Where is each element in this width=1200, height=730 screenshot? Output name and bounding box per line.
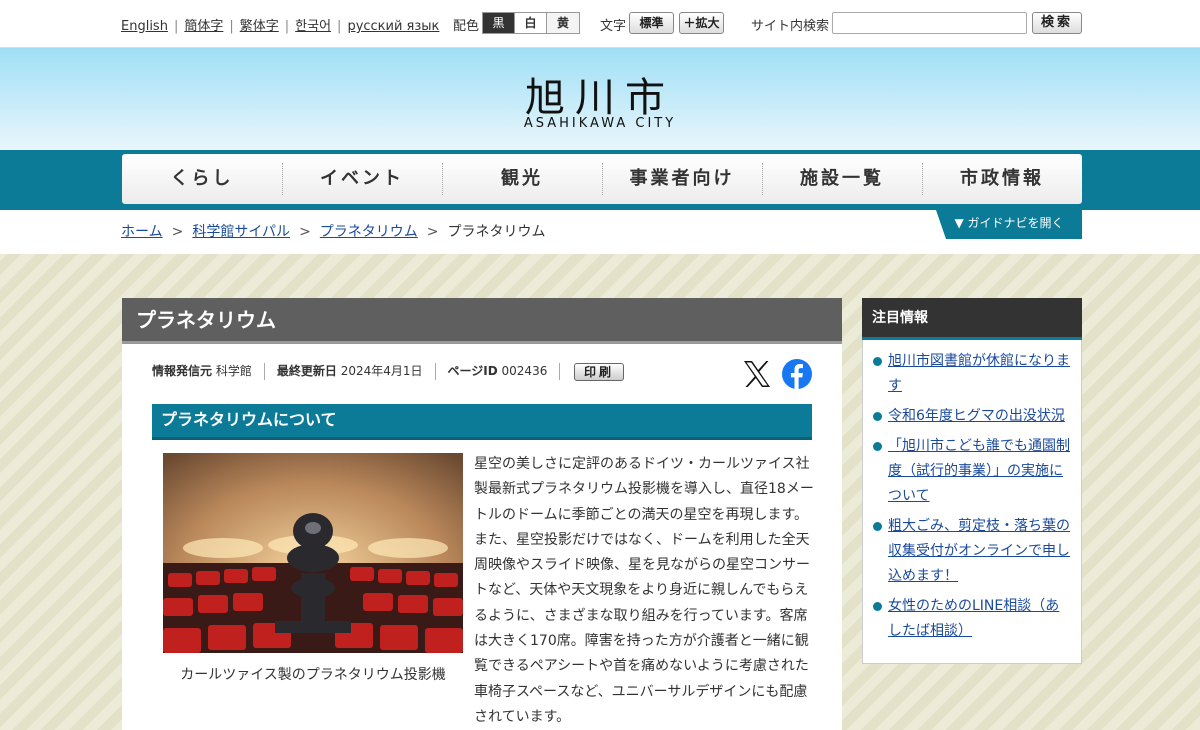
sidebar-heading: 注目情報 <box>862 298 1082 340</box>
breadcrumb: ホーム > 科学館サイパル > プラネタリウム > プラネタリウム <box>121 221 546 241</box>
separator: | <box>337 19 342 34</box>
updated-value: 2024年4月1日 <box>340 364 423 378</box>
breadcrumb-science-museum-link[interactable]: 科学館サイパル <box>192 224 290 240</box>
lang-english-link[interactable]: English <box>121 19 168 34</box>
separator: | <box>173 19 179 34</box>
lang-traditional-chinese-link[interactable]: 繁体字 <box>240 19 279 34</box>
list-item: 令和6年度ヒグマの出没状況 <box>871 404 1071 429</box>
lang-simplified-chinese-link[interactable]: 簡体字 <box>184 19 223 34</box>
site-search-input[interactable] <box>832 12 1027 34</box>
source-value: 科学館 <box>215 364 252 378</box>
nav-item-events[interactable]: イベント <box>282 154 442 204</box>
list-item: 女性のためのLINE相談（あしたば相談） <box>871 594 1071 644</box>
page-id-label: ページID <box>447 364 498 378</box>
meta-divider <box>559 363 561 380</box>
guide-navi-button[interactable]: ▼ ガイドナビを開く <box>936 210 1082 239</box>
lang-russian-link[interactable]: русский язык <box>347 19 439 34</box>
color-yellow-button[interactable]: 黄 <box>547 13 579 33</box>
nav-item-city-info[interactable]: 市政情報 <box>922 154 1082 204</box>
featured-link-line-consultation[interactable]: 女性のためのLINE相談（あしたば相談） <box>888 598 1059 639</box>
facebook-icon[interactable] <box>781 358 813 390</box>
list-item: 粗大ごみ、剪定枝・落ち葉の収集受付がオンラインで申し込めます！ <box>871 514 1071 589</box>
nav-item-life[interactable]: くらし <box>122 154 282 204</box>
site-search-label: サイト内検索 <box>751 19 830 34</box>
color-white-button[interactable]: 白 <box>515 13 547 33</box>
separator: | <box>284 19 290 34</box>
meta-divider <box>263 363 265 380</box>
section-heading: プラネタリウムについて <box>152 404 812 440</box>
font-size-label: 文字 <box>600 19 627 34</box>
body-paragraph: 星空の美しさに定評のあるドイツ・カールツァイス社製最新式プラネタリウム投影機を導… <box>474 456 814 725</box>
font-larger-button[interactable]: ＋拡大 <box>679 12 724 34</box>
font-standard-button[interactable]: 標準 <box>629 12 674 34</box>
nav-item-business[interactable]: 事業者向け <box>602 154 762 204</box>
photo-caption: カールツァイス製のプラネタリウム投影機 <box>180 667 446 683</box>
meta-divider <box>434 363 436 380</box>
featured-link-library-closure[interactable]: 旭川市図書館が休館になります <box>888 353 1070 394</box>
language-links: English | 簡体字 | 繁体字 | 한국어 | русский язык <box>121 15 439 34</box>
breadcrumb-current: プラネタリウム <box>447 224 546 240</box>
breadcrumb-separator: > <box>426 224 439 240</box>
page-title: プラネタリウム <box>122 298 842 344</box>
utility-bar: English | 簡体字 | 繁体字 | 한국어 | русский язык 配色 黒 白 … <box>0 0 1200 48</box>
site-header: 旭川市 ASAHIKAWA CITY <box>0 48 1200 150</box>
featured-link-bulky-waste-online[interactable]: 粗大ごみ、剪定枝・落ち葉の収集受付がオンラインで申し込めます！ <box>888 518 1070 584</box>
separator: | <box>229 19 234 34</box>
breadcrumb-separator: > <box>299 224 311 240</box>
page-id-value: 002436 <box>501 364 548 378</box>
featured-list: 旭川市図書館が休館になります 令和6年度ヒグマの出没状況 「旭川市こども誰でも通… <box>871 349 1071 649</box>
list-item: 「旭川市こども誰でも通園制度（試行的事業）」の実施について <box>871 434 1071 509</box>
updated-label: 最終更新日 <box>276 364 337 378</box>
color-scheme-label: 配色 <box>453 19 480 34</box>
breadcrumb-home-link[interactable]: ホーム <box>121 224 163 240</box>
x-logo-icon[interactable] <box>741 358 773 390</box>
breadcrumb-separator: > <box>171 224 184 240</box>
main-content: プラネタリウム 情報発信元 科学館 最終更新日 2024年4月1日 ページID 00… <box>122 298 842 730</box>
source-label: 情報発信元 <box>152 364 213 378</box>
color-black-button[interactable]: 黒 <box>483 13 515 33</box>
search-button[interactable]: 検索 <box>1032 12 1082 34</box>
breadcrumb-planetarium-link[interactable]: プラネタリウム <box>320 224 418 240</box>
featured-link-bear-sightings[interactable]: 令和6年度ヒグマの出没状況 <box>888 408 1065 424</box>
featured-info-sidebar: 注目情報 旭川市図書館が休館になります 令和6年度ヒグマの出没状況 「旭川市こど… <box>862 298 1082 664</box>
site-logo-title[interactable]: 旭川市 <box>0 65 1200 123</box>
planetarium-projector-photo <box>163 453 463 653</box>
nav-item-facilities[interactable]: 施設一覧 <box>762 154 922 204</box>
nav-item-tourism[interactable]: 観光 <box>442 154 602 204</box>
lang-korean-link[interactable]: 한국어 <box>295 19 331 34</box>
page-meta: 情報発信元 科学館 最終更新日 2024年4月1日 ページID 002436 <box>152 362 572 380</box>
print-button[interactable]: 印刷 <box>574 363 624 381</box>
site-logo-subtitle: ASAHIKAWA CITY <box>523 116 677 131</box>
color-scheme-buttons: 黒 白 黄 <box>482 12 580 34</box>
featured-link-childcare-program[interactable]: 「旭川市こども誰でも通園制度（試行的事業）」の実施について <box>888 438 1070 504</box>
list-item: 旭川市図書館が休館になります <box>871 349 1071 399</box>
global-nav: くらし イベント 観光 事業者向け 施設一覧 市政情報 <box>122 154 1082 204</box>
